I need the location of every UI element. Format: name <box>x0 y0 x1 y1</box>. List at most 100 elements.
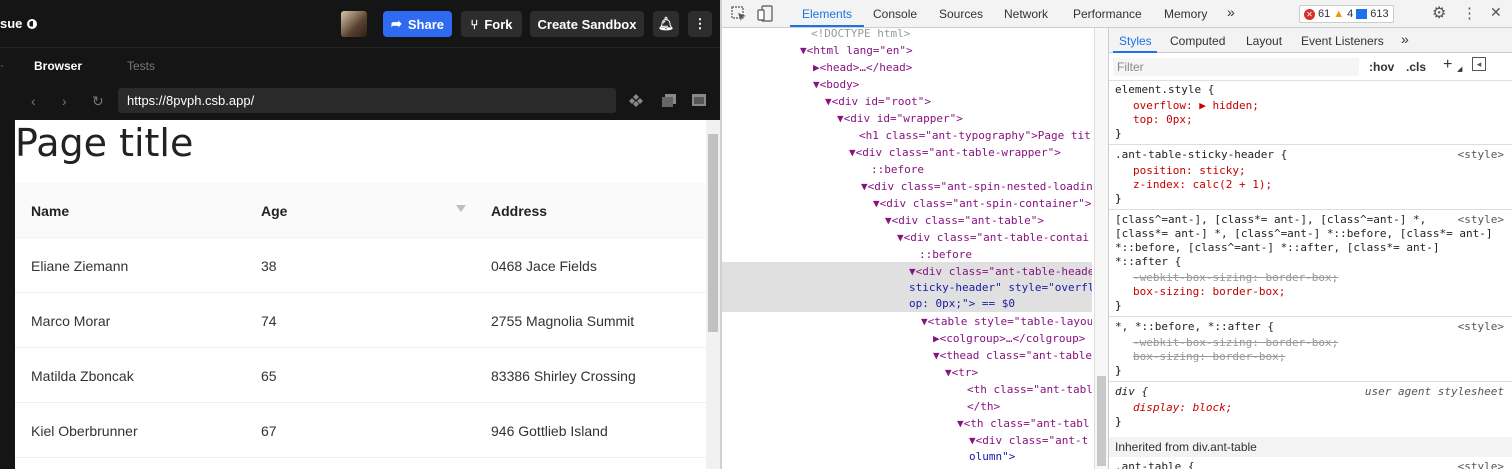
dom-line[interactable]: ::before <box>871 161 924 178</box>
dom-line[interactable]: ▼<div class="ant-t <box>969 432 1088 449</box>
dom-line-selected[interactable]: sticky-header" style="overfl <box>909 279 1092 296</box>
inspect-element-icon[interactable] <box>731 6 747 22</box>
fullscreen-icon[interactable] <box>691 93 707 107</box>
tab-network[interactable]: Network <box>1004 7 1048 21</box>
tab-event-listeners[interactable]: Event Listeners <box>1301 34 1384 48</box>
settings-gear-icon[interactable]: ⚙ <box>1432 3 1446 23</box>
rule-property[interactable]: box-sizing: border-box; <box>1133 285 1285 299</box>
dom-line[interactable]: olumn"> <box>969 448 1015 465</box>
tab-browser[interactable]: Browser <box>34 59 82 73</box>
rule-property[interactable]: top: 0px; <box>1133 113 1193 127</box>
dom-line[interactable]: ▼<body> <box>813 76 859 93</box>
rule-source-link[interactable]: <style> <box>1458 148 1504 161</box>
rule-property[interactable]: position: sticky; <box>1133 164 1246 178</box>
dom-line-selected[interactable]: op: 0px;"> == $0 <box>909 295 1015 312</box>
hover-state-toggle[interactable]: :hov <box>1369 60 1394 74</box>
refresh-icon[interactable]: ↻ <box>92 93 104 110</box>
dom-line[interactable]: ▼<div class="ant-table-wrapper"> <box>849 144 1061 161</box>
rule-selector[interactable]: div { <box>1115 385 1148 399</box>
rule-property-overridden[interactable]: box-sizing: border-box; <box>1133 350 1285 364</box>
column-header-name[interactable]: Name <box>31 203 69 219</box>
notifications-button[interactable]: 🔔︎ <box>653 11 679 37</box>
tab-tests[interactable]: Tests <box>127 59 155 73</box>
dom-line[interactable]: ▼<div id="root"> <box>825 93 931 110</box>
sandbox-title[interactable]: sue <box>0 16 38 31</box>
fork-button[interactable]: ⑂ Fork <box>461 11 522 37</box>
tab-console[interactable]: Console <box>873 7 917 21</box>
elements-scrollbar[interactable] <box>1094 28 1108 469</box>
rule-source-link[interactable]: <style> <box>1458 320 1504 333</box>
rule-selector[interactable]: .ant-table-sticky-header { <box>1115 148 1287 162</box>
dom-line[interactable]: <h1 class="ant-typography">Page titl <box>859 127 1092 144</box>
tab-layout[interactable]: Layout <box>1246 34 1282 48</box>
rule-property[interactable]: z-index: calc(2 + 1); <box>1133 178 1272 192</box>
open-new-window-icon[interactable] <box>661 93 677 107</box>
avatar[interactable] <box>341 11 367 37</box>
back-icon[interactable]: ‹ <box>31 93 36 109</box>
toggle-sidebar-icon[interactable]: ◂ <box>1472 57 1486 71</box>
table-row[interactable]: Eliane Ziemann 38 0468 Jace Fields <box>15 238 706 293</box>
dom-line-selected[interactable]: ▼<div class="ant-table-heade <box>909 263 1092 280</box>
column-header-address[interactable]: Address <box>491 203 547 219</box>
rule-property-overridden[interactable]: -webkit-box-sizing: border-box; <box>1133 271 1338 285</box>
rule-property[interactable]: overflow: ▶ hidden; <box>1133 99 1259 113</box>
dom-line[interactable]: ▼<div class="ant-table"> <box>885 212 1044 229</box>
table-row[interactable]: Matilda Zboncak 65 83386 Shirley Crossin… <box>15 348 706 403</box>
dom-line[interactable]: </th> <box>967 398 1000 415</box>
rule-property[interactable]: display: block; <box>1133 401 1232 415</box>
class-toggle[interactable]: .cls <box>1406 60 1426 74</box>
tab-styles[interactable]: Styles <box>1119 34 1152 48</box>
rule-selector[interactable]: .ant-table { <box>1115 460 1194 469</box>
dom-line[interactable]: ▼<div class="ant-spin-nested-loadin <box>861 178 1092 195</box>
tab-memory[interactable]: Memory <box>1164 7 1207 21</box>
rule-source-link[interactable]: <style> <box>1458 460 1504 469</box>
dom-line[interactable]: ▶<head>…</head> <box>813 59 912 76</box>
scrollbar-thumb[interactable] <box>708 134 718 332</box>
dom-line[interactable]: ▼<tr> <box>945 364 978 381</box>
url-input[interactable]: https://8pvph.csb.app/ <box>118 88 616 113</box>
table-row[interactable]: Marco Morar 74 2755 Magnolia Summit <box>15 293 706 348</box>
dom-line[interactable]: <!DOCTYPE html> <box>811 28 910 42</box>
rule-selector[interactable]: [class^=ant-], [class*= ant-], [class^=a… <box>1115 213 1426 227</box>
device-toolbar-icon[interactable] <box>757 5 773 22</box>
more-menu-button[interactable]: ⋮ <box>688 11 712 37</box>
tab-performance[interactable]: Performance <box>1073 7 1142 21</box>
rule-selector[interactable]: *::before, [class^=ant-] *::after, [clas… <box>1115 241 1440 255</box>
scrollbar-thumb[interactable] <box>1097 376 1106 466</box>
preview-scrollbar[interactable] <box>706 120 720 469</box>
rule-selector[interactable]: *::after { <box>1115 255 1181 269</box>
more-tabs-icon[interactable]: » <box>1401 31 1409 47</box>
dom-line[interactable]: ▼<div id="wrapper"> <box>837 110 963 127</box>
styles-filter-input[interactable]: Filter <box>1113 58 1359 76</box>
more-tabs-icon[interactable]: » <box>1227 4 1235 20</box>
rule-property-overridden[interactable]: -webkit-box-sizing: border-box; <box>1133 336 1338 350</box>
issues-counter[interactable]: ✕ 61 ▲ 4 613 <box>1299 5 1394 23</box>
tab-sources[interactable]: Sources <box>939 7 983 21</box>
dom-line[interactable]: ▼<div class="ant-spin-container"> <box>873 195 1092 212</box>
dom-line[interactable]: ▶<colgroup>…</colgroup> <box>933 330 1085 347</box>
tab-elements[interactable]: Elements <box>802 7 852 21</box>
more-vertical-icon[interactable]: ⋮ <box>1462 4 1477 22</box>
devtools-toggle-icon[interactable] <box>628 93 644 107</box>
dom-line[interactable]: ▼<html lang="en"> <box>800 42 913 59</box>
rule-selector[interactable]: [class*= ant-] *, [class^=ant-] *::befor… <box>1115 227 1493 241</box>
new-rule-icon[interactable]: + <box>1443 56 1452 74</box>
forward-icon[interactable]: › <box>62 93 67 109</box>
dom-line[interactable]: <th class="ant-tabl <box>967 381 1092 398</box>
dom-line[interactable]: ▼<th class="ant-tabl <box>957 415 1089 432</box>
filter-icon[interactable] <box>456 205 466 212</box>
dom-line[interactable]: ▼<thead class="ant-table <box>933 347 1092 364</box>
create-sandbox-button[interactable]: Create Sandbox <box>530 11 644 37</box>
dom-line[interactable]: ▼<table style="table-layou <box>921 313 1092 330</box>
dom-line[interactable]: ::before <box>919 246 972 263</box>
rule-selector[interactable]: element.style { <box>1115 83 1214 97</box>
close-icon[interactable]: ✕ <box>1490 4 1502 21</box>
dom-line[interactable]: ▼<div class="ant-table-contai <box>897 229 1089 246</box>
column-header-age[interactable]: Age <box>261 203 287 219</box>
tab-computed[interactable]: Computed <box>1170 34 1225 48</box>
rule-source-link[interactable]: <style> <box>1458 213 1504 226</box>
panel-handle-icon[interactable]: · <box>0 58 4 72</box>
table-row[interactable]: Kiel Oberbrunner 67 946 Gottlieb Island <box>15 403 706 458</box>
rule-selector[interactable]: *, *::before, *::after { <box>1115 320 1274 334</box>
share-button[interactable]: ➦ Share <box>383 11 452 37</box>
